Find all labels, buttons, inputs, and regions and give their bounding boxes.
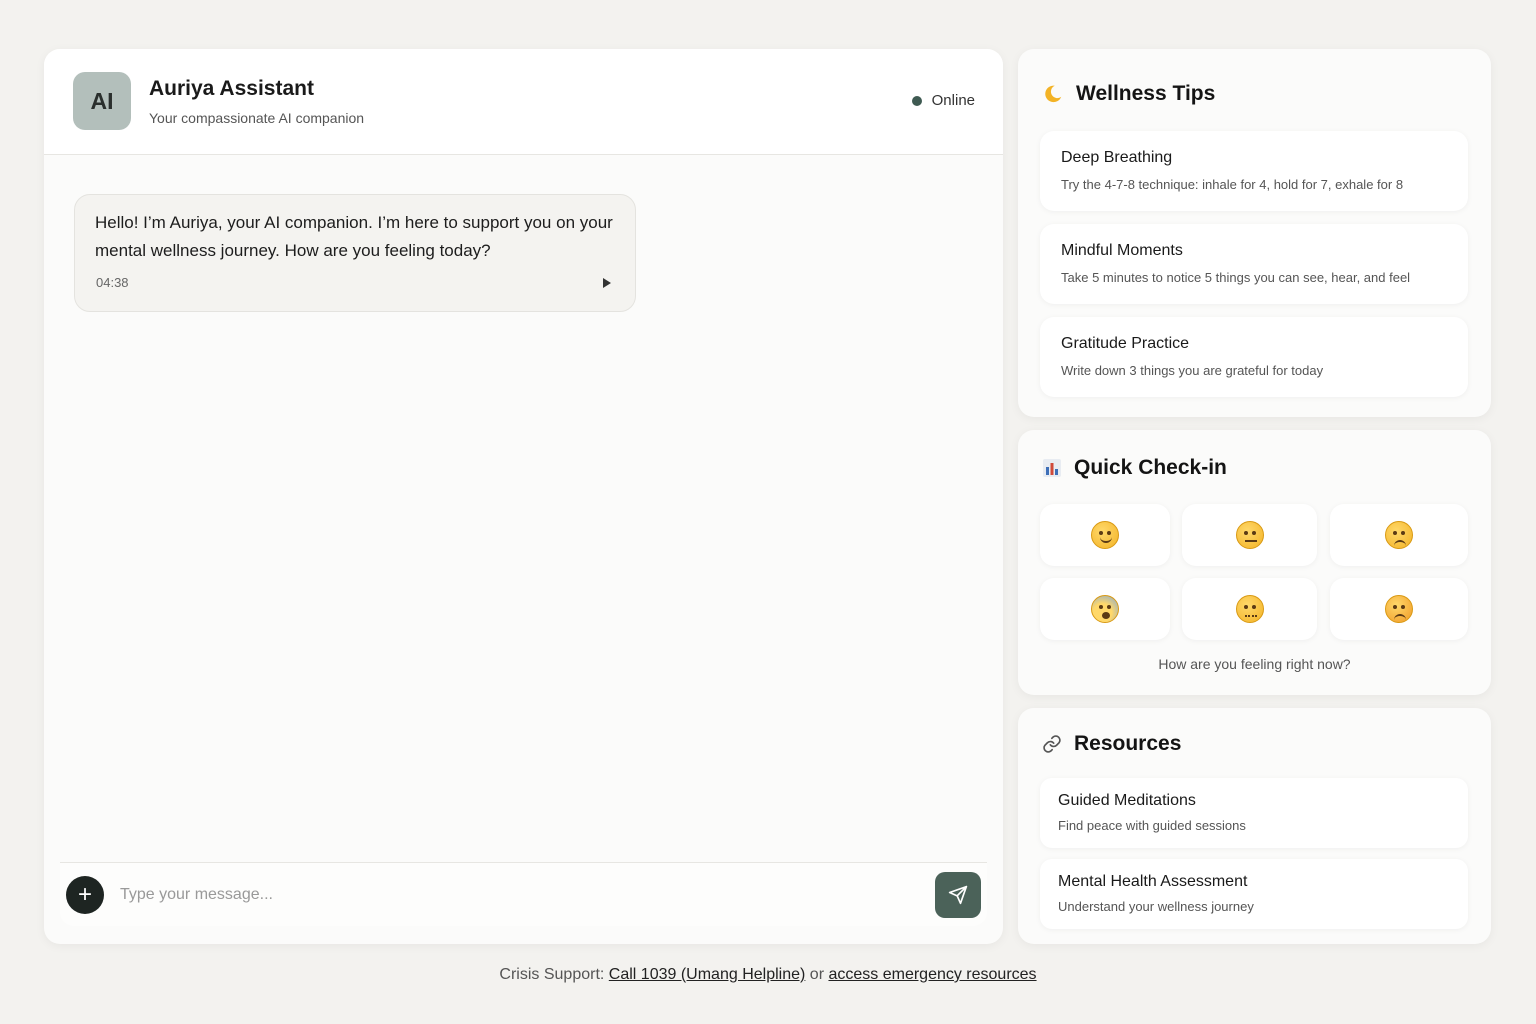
link-icon	[1043, 735, 1061, 753]
sad-face-icon	[1385, 521, 1413, 549]
send-button[interactable]	[935, 872, 981, 918]
add-attachment-button[interactable]: +	[66, 876, 104, 914]
happy-face-icon	[1091, 521, 1119, 549]
mood-dizzy-button[interactable]	[1182, 578, 1317, 640]
tip-mindful-moments[interactable]: Mindful Moments Take 5 minutes to notice…	[1040, 224, 1468, 304]
dizzy-face-icon	[1235, 595, 1264, 623]
tip-description: Try the 4-7-8 technique: inhale for 4, h…	[1061, 177, 1404, 192]
message-text: Hello! I’m Auriya, your AI companion. I’…	[95, 213, 613, 260]
resource-title: Mental Health Assessment	[1058, 873, 1248, 890]
angry-face-icon	[1385, 595, 1413, 623]
checkin-caption: How are you feeling right now?	[1158, 656, 1351, 672]
resource-guided-meditations[interactable]: Guided Meditations Find peace with guide…	[1040, 778, 1468, 848]
chat-panel: AI Auriya Assistant Your compassionate A…	[44, 49, 1003, 944]
status-indicator: Online	[911, 92, 975, 109]
play-icon[interactable]	[603, 278, 611, 288]
assistant-name: Auriya Assistant	[149, 77, 314, 100]
quick-checkin-card: Quick Check-in How are you feeling right…	[1018, 430, 1491, 695]
resource-title: Guided Meditations	[1058, 792, 1196, 809]
mood-anxious-button[interactable]	[1040, 578, 1170, 640]
neutral-face-icon	[1235, 521, 1264, 549]
status-label: Online	[931, 92, 975, 109]
assistant-subtitle: Your compassionate AI companion	[149, 110, 365, 126]
crescent-moon-icon	[1045, 85, 1062, 103]
avatar: AI	[73, 72, 131, 130]
footer-conjunction: or	[805, 966, 829, 983]
bar-chart-icon	[1043, 459, 1061, 477]
chat-header: AI Auriya Assistant Your compassionate A…	[44, 49, 1003, 155]
mood-sad-button[interactable]	[1330, 504, 1468, 566]
resources-title: Resources	[1074, 732, 1182, 755]
wellness-tips-title: Wellness Tips	[1076, 82, 1216, 105]
quick-checkin-title: Quick Check-in	[1074, 456, 1227, 479]
tip-title: Mindful Moments	[1061, 242, 1183, 259]
message-input[interactable]	[120, 877, 920, 913]
crisis-support-label: Crisis Support:	[499, 966, 609, 983]
anxious-face-icon	[1091, 595, 1119, 623]
resource-description: Understand your wellness journey	[1058, 899, 1254, 914]
message-composer: +	[60, 862, 987, 926]
resource-mental-health-assessment[interactable]: Mental Health Assessment Understand your…	[1040, 859, 1468, 929]
tip-title: Gratitude Practice	[1061, 335, 1190, 352]
wellness-tips-card: Wellness Tips Deep Breathing Try the 4-7…	[1018, 49, 1491, 417]
status-dot-icon	[911, 95, 922, 106]
tip-gratitude-practice[interactable]: Gratitude Practice Write down 3 things y…	[1040, 317, 1468, 397]
crisis-support-footer: Crisis Support: Call 1039 (Umang Helplin…	[0, 966, 1536, 984]
resources-card: Resources Guided Meditations Find peace …	[1018, 708, 1491, 944]
resources-heading: Resources	[1042, 732, 1181, 756]
tip-deep-breathing[interactable]: Deep Breathing Try the 4-7-8 technique: …	[1040, 131, 1468, 211]
mood-happy-button[interactable]	[1040, 504, 1170, 566]
quick-checkin-heading: Quick Check-in	[1042, 456, 1227, 480]
mood-neutral-button[interactable]	[1182, 504, 1317, 566]
helpline-link[interactable]: Call 1039 (Umang Helpline)	[609, 966, 806, 983]
assistant-message: Hello! I’m Auriya, your AI companion. I’…	[74, 194, 636, 312]
send-icon	[948, 885, 968, 905]
message-timestamp: 04:38	[96, 275, 129, 290]
tip-description: Write down 3 things you are grateful for…	[1061, 363, 1324, 378]
wellness-tips-heading: Wellness Tips	[1042, 82, 1215, 106]
mood-angry-button[interactable]	[1330, 578, 1468, 640]
plus-icon: +	[77, 881, 92, 908]
emergency-resources-link[interactable]: access emergency resources	[828, 966, 1036, 983]
resource-description: Find peace with guided sessions	[1058, 818, 1246, 833]
tip-title: Deep Breathing	[1061, 149, 1173, 166]
tip-description: Take 5 minutes to notice 5 things you ca…	[1061, 270, 1411, 285]
